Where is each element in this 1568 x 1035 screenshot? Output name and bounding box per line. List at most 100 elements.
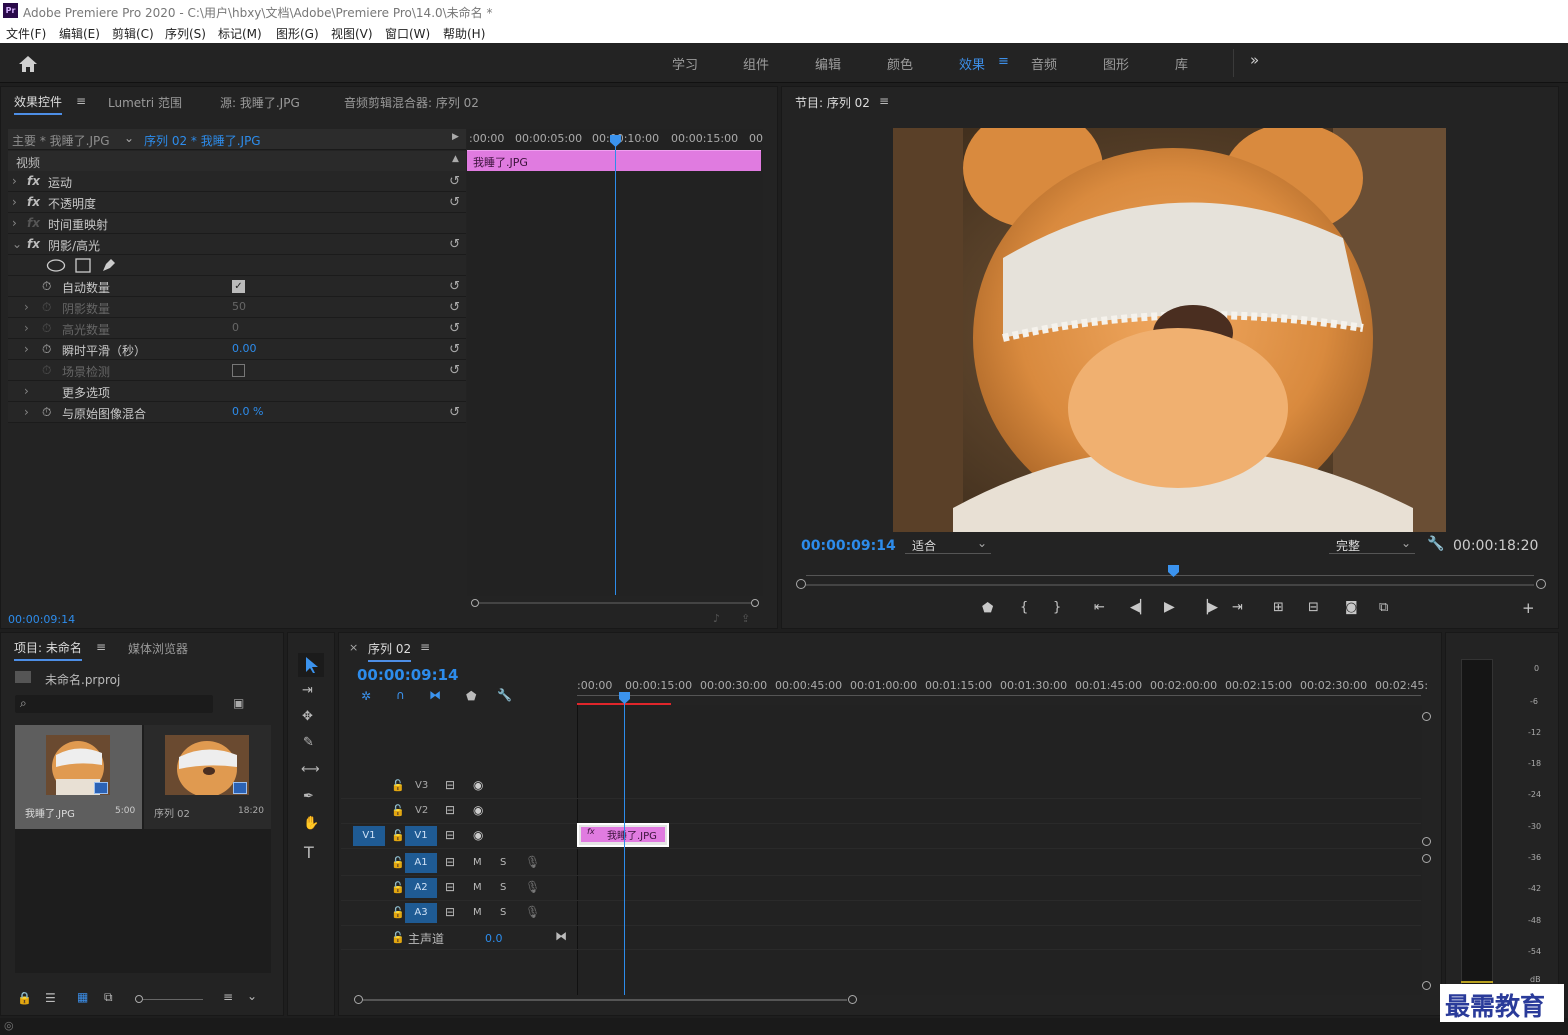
scroll-handle-right[interactable]	[751, 599, 759, 607]
clip-fx-badge[interactable]: fx	[587, 827, 595, 836]
hand-tool-icon[interactable]: ✋	[303, 816, 319, 831]
effect-row-shadow-highlight[interactable]: ⌄ fx 阴影/高光 ↺	[8, 234, 466, 255]
param-row-auto-amount[interactable]: ⏱ 自动数量 ✓ ↺	[8, 276, 466, 297]
program-playhead-timecode[interactable]: 00:00:09:14	[801, 538, 896, 554]
workspace-color[interactable]: 颜色	[887, 54, 913, 73]
reset-icon[interactable]: ↺	[449, 174, 460, 189]
sort-icon[interactable]: ≡	[223, 990, 233, 1004]
tab-effect-controls[interactable]: 效果控件	[14, 93, 63, 115]
timeline-clip[interactable]: fx 我睡了.JPG	[577, 823, 669, 847]
zoom-slider-handle[interactable]	[135, 995, 143, 1003]
reset-icon[interactable]: ↺	[449, 342, 460, 357]
effect-controls-timecode[interactable]: 00:00:09:14	[8, 613, 75, 626]
solo-button[interactable]: S	[500, 882, 506, 893]
workspace-libraries[interactable]: 库	[1175, 54, 1188, 73]
timeline-tab-title[interactable]: 序列 02	[368, 640, 412, 662]
menu-edit[interactable]: 编辑(E)	[59, 25, 100, 42]
tab-source[interactable]: 源: 我睡了.JPG	[220, 94, 300, 111]
scrub-zoom-left[interactable]	[796, 579, 806, 589]
ripple-edit-icon[interactable]: ✥	[302, 709, 313, 724]
workspace-effects[interactable]: 效果	[959, 54, 985, 73]
expand-chevron-icon[interactable]: ›	[12, 174, 17, 188]
effect-clip-bar[interactable]: 我睡了.JPG	[467, 150, 761, 171]
track-eye-icon[interactable]: ◉	[473, 828, 483, 842]
project-item-sequence[interactable]: 序列 02 18:20	[144, 725, 271, 829]
master-volume-value[interactable]: 0.0	[485, 932, 503, 945]
selection-tool[interactable]	[298, 653, 324, 677]
track-target-a2[interactable]: A2	[405, 878, 437, 898]
creative-cloud-icon[interactable]: ◎	[4, 1019, 14, 1032]
project-search-input[interactable]: ⌕	[15, 695, 213, 713]
expand-chevron-icon[interactable]: ›	[12, 195, 17, 209]
go-to-master-icon[interactable]: ⧓	[555, 929, 567, 943]
effect-timeline[interactable]: :00:00 00:00:05:00 00:00:10:00 00:00:15:…	[467, 129, 763, 596]
master-clip-label[interactable]: 主要 * 我睡了.JPG	[12, 132, 110, 149]
program-video-frame[interactable]	[893, 128, 1446, 532]
microphone-icon[interactable]: 🎙	[525, 880, 540, 894]
effect-row-time-remap[interactable]: › fx 时间重映射	[8, 213, 466, 234]
menu-view[interactable]: 视图(V)	[331, 25, 373, 42]
chevron-down-icon[interactable]: ⌄	[247, 989, 257, 1003]
track-eye-icon[interactable]: ◉	[473, 778, 483, 792]
timeline-playhead-marker[interactable]	[619, 692, 630, 704]
workspace-learn[interactable]: 学习	[672, 54, 698, 73]
menu-window[interactable]: 窗口(W)	[385, 25, 430, 42]
program-playhead-marker[interactable]	[1168, 565, 1179, 577]
workspace-assembly[interactable]: 组件	[743, 54, 769, 73]
export-frame-camera-icon[interactable]: ◙	[1345, 600, 1358, 615]
menu-help[interactable]: 帮助(H)	[443, 25, 485, 42]
quality-dropdown[interactable]: 完整 ⌄	[1329, 536, 1415, 554]
play-icon[interactable]: ▶	[1164, 599, 1175, 615]
expand-chevron-icon[interactable]: ›	[24, 384, 29, 398]
track-target-v1[interactable]: V1	[405, 826, 437, 846]
snap-magnet-icon[interactable]: ∩	[396, 688, 405, 702]
param-value[interactable]: 0.0 %	[232, 405, 263, 418]
workspace-editing[interactable]: 编辑	[815, 54, 841, 73]
stopwatch-icon[interactable]: ⏱	[42, 279, 51, 294]
stopwatch-icon[interactable]: ⏱	[42, 405, 51, 420]
param-row-temporal-smoothing[interactable]: › ⏱ 瞬时平滑（秒） 0.00 ↺	[8, 339, 466, 360]
timeline-menu-icon[interactable]: ≡	[420, 640, 430, 654]
ellipse-mask-icon[interactable]	[46, 259, 66, 272]
timeline-hscroll-right[interactable]	[848, 995, 857, 1004]
reset-icon[interactable]: ↺	[449, 321, 460, 336]
mute-button[interactable]: M	[473, 882, 482, 893]
workspace-audio[interactable]: 音频	[1031, 54, 1057, 73]
freeform-view-icon[interactable]: ⧉	[104, 990, 113, 1005]
sync-lock-icon[interactable]: ⊟	[445, 778, 455, 792]
solo-button[interactable]: S	[500, 857, 506, 868]
filter-icon[interactable]: ♪	[713, 612, 720, 625]
workspace-menu-icon[interactable]: ≡	[998, 54, 1009, 69]
sync-lock-icon[interactable]: ⊟	[445, 803, 455, 817]
menu-file[interactable]: 文件(F)	[6, 25, 46, 42]
lock-icon[interactable]: 🔒	[17, 991, 32, 1005]
video-scroll-handle-bottom[interactable]	[1422, 837, 1431, 846]
fit-dropdown[interactable]: 适合 ⌄	[905, 536, 991, 554]
go-to-in-icon[interactable]: ⇤	[1094, 600, 1105, 615]
list-view-icon[interactable]: ☰	[45, 991, 56, 1005]
audio-scroll-handle-top[interactable]	[1422, 854, 1431, 863]
tab-lumetri-scopes[interactable]: Lumetri 范围	[108, 94, 182, 111]
more-workspaces-icon[interactable]: »	[1250, 51, 1259, 69]
track-select-icon[interactable]: ⇥	[302, 683, 313, 698]
program-scrub-bar[interactable]	[796, 565, 1546, 589]
menu-sequence[interactable]: 序列(S)	[165, 25, 206, 42]
button-editor-plus-icon[interactable]: +	[1522, 599, 1535, 617]
expand-chevron-icon[interactable]: ›	[24, 321, 29, 335]
microphone-icon[interactable]: 🎙	[525, 855, 540, 869]
expand-chevron-icon[interactable]: ›	[12, 216, 17, 230]
close-icon[interactable]: ×	[349, 641, 358, 654]
linked-selection-icon[interactable]: ⧓	[429, 688, 441, 702]
lift-icon[interactable]: ⊞	[1273, 600, 1284, 615]
expand-chevron-icon[interactable]: ›	[24, 342, 29, 356]
step-back-icon[interactable]: ◀▏	[1130, 600, 1150, 615]
reset-icon[interactable]: ↺	[449, 300, 460, 315]
chevron-down-icon[interactable]: ⌄	[124, 131, 134, 145]
scroll-track[interactable]	[479, 602, 751, 604]
param-row-highlight-amount[interactable]: › ⏱ 高光数量 0 ↺	[8, 318, 466, 339]
expand-chevron-icon[interactable]: ›	[24, 300, 29, 314]
fx-icon[interactable]: fx	[27, 237, 40, 251]
tracks-area[interactable]	[577, 705, 1422, 995]
track-eye-icon[interactable]: ◉	[473, 803, 483, 817]
mute-button[interactable]: M	[473, 907, 482, 918]
